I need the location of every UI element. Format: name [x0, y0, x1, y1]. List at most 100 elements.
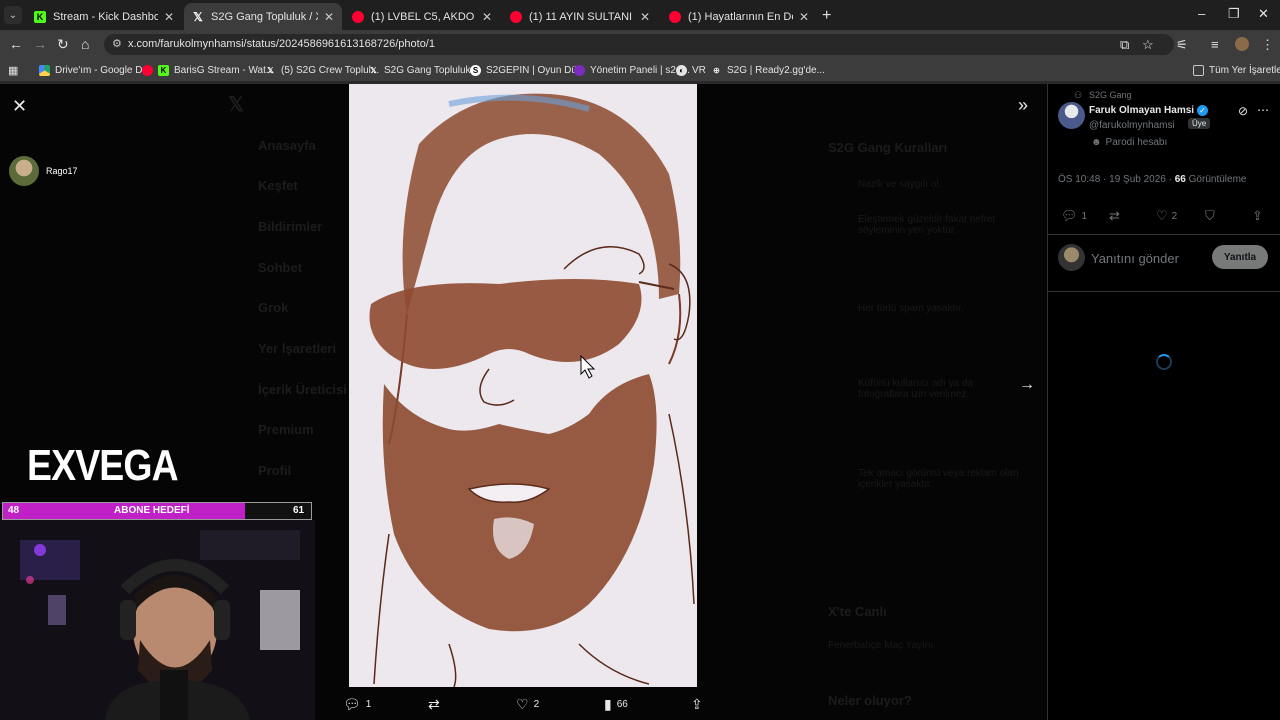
heart-icon: ♡ [1156, 208, 1168, 223]
tab-search-icon[interactable]: ⌄ [4, 6, 22, 24]
restore-icon[interactable]: ❐ [1228, 6, 1240, 22]
bookmark-yonetim[interactable]: Yönetim Paneli | s2g... [574, 63, 690, 77]
bookmark-star-icon[interactable]: ☆ [1142, 37, 1154, 53]
extensions-icon[interactable]: ⚟ [1176, 37, 1188, 53]
share-icon: ⇪ [691, 696, 703, 712]
tab-youtube-2[interactable]: (1) 11 AYIN SULTANI | Madara C ✕ [502, 3, 658, 30]
tab-kick-dashboard[interactable]: K Stream - Kick Dashboard ✕ [26, 3, 182, 30]
heart-icon: ♡ [516, 696, 529, 712]
like-action[interactable]: ♡ 2 [516, 696, 539, 713]
bookmark-ready2[interactable]: ⊕ S2G | Ready2.gg'de... [711, 63, 825, 77]
retweet-icon: ⇄ [428, 696, 440, 712]
tweet-photo[interactable] [349, 84, 697, 687]
retweet-action[interactable]: ⇄ [428, 696, 445, 713]
bg-rules-title: S2G Gang Kuralları [828, 140, 948, 155]
back-icon[interactable]: ← [9, 36, 23, 52]
x-icon: 𝕏 [267, 65, 274, 75]
close-tab-icon[interactable]: ✕ [164, 10, 174, 24]
bg-nav-item: Premium [258, 422, 314, 437]
bg-rule: Eleştirmek güzeldir fakat nefret söylemi… [858, 214, 996, 236]
bookmark-vr[interactable]: ◐ VR [676, 63, 706, 77]
reply-action[interactable]: 💬︎ 1 [343, 696, 371, 713]
menu-dots-icon[interactable]: ⋮ [1261, 37, 1274, 53]
tweet-like-action[interactable]: ♡ 2 [1156, 208, 1177, 224]
media-controls-icon[interactable]: ≡ [1211, 37, 1219, 52]
bg-rule: Küfürlü kullanıcı adı ya da fotoğraflara… [858, 378, 974, 400]
reply-icon: 💬︎ [1061, 208, 1078, 223]
streamer-webcam-image [0, 520, 315, 720]
bg-trend-item: Fenerbahçe Maç Yayını [828, 640, 934, 651]
more-options-icon[interactable]: ⋯ [1257, 103, 1269, 117]
tab-s2g-gang[interactable]: 𝕏 S2G Gang Topluluk / X ✕ [184, 3, 342, 30]
all-bookmarks[interactable]: Tüm Yer İşaretleri [1193, 63, 1280, 77]
author-name[interactable]: Faruk Olmayan Hamsi [1089, 105, 1194, 116]
url-text[interactable]: x.com/farukolmynhamsi/status/20245869616… [128, 38, 435, 50]
tab-title: (1) LVBEL C5, AKDO - BEN ÜNL [371, 10, 476, 23]
youtube-icon [510, 10, 522, 23]
stream-logo: EXVEGA [27, 441, 179, 490]
tweet-retweet-action[interactable]: ⇄ [1109, 208, 1124, 224]
next-photo-icon[interactable]: → [1019, 376, 1035, 394]
forward-icon[interactable]: → [33, 36, 47, 52]
bookmark-barisg[interactable]: K BarisG Stream - Wat... [142, 63, 274, 77]
member-badge: Üye [1188, 118, 1211, 129]
bg-nav-item: Anasayfa [258, 138, 316, 153]
bookmark-drive[interactable]: Drive'ım - Google D... [39, 63, 151, 77]
site-info-icon[interactable]: ⚙ [112, 37, 122, 50]
bg-nav-item: Yer İşaretleri [258, 341, 337, 356]
close-window-icon[interactable]: ✕ [1258, 6, 1269, 22]
minimize-icon[interactable]: – [1198, 6, 1205, 21]
bg-nav-item: Sohbet [258, 260, 303, 275]
panel-icon [574, 64, 585, 76]
install-app-icon[interactable]: ⧉ [1120, 37, 1129, 53]
tweet-share-action[interactable]: ⇪ [1252, 208, 1267, 224]
mask-icon: ☻ [1091, 137, 1102, 148]
verified-badge-icon: ✓ [1197, 105, 1208, 116]
tab-youtube-3[interactable]: (1) Hayatlarının En Dehşet Verici ✕ [661, 3, 817, 30]
viewer-avatar [9, 156, 39, 186]
views-action[interactable]: ▮ 66 [604, 696, 628, 713]
new-tab-icon[interactable]: + [822, 7, 831, 25]
bg-trend-title: X'te Canlı [828, 604, 887, 619]
reply-button[interactable]: Yanıtla [1212, 245, 1268, 269]
x-icon: 𝕏 [370, 65, 377, 75]
bg-rule: Her türlü spam yasaktır. [858, 303, 964, 314]
bg-nav-item: Grok [258, 300, 289, 315]
tab-title: Stream - Kick Dashboard [53, 10, 158, 23]
retweet-icon: ⇄ [1109, 208, 1120, 223]
tab-title: S2G Gang Topluluk / X [211, 10, 318, 23]
share-action[interactable]: ⇪ [691, 696, 708, 713]
close-tab-icon[interactable]: ✕ [799, 10, 809, 24]
home-icon[interactable]: ⌂ [81, 36, 89, 52]
webcam-feed [0, 520, 315, 720]
tweet-bookmark-action[interactable]: ⛉ [1205, 208, 1219, 224]
bookmark-s2gepin[interactable]: S S2GEPIN | Oyun Dü... [470, 63, 585, 77]
grok-icon[interactable]: ⊘ [1238, 104, 1248, 118]
community-icon: ⚇ [1074, 90, 1083, 100]
bg-rule: Nazik ve saygılı ol. [858, 179, 942, 190]
close-modal-icon[interactable]: ✕ [12, 96, 27, 117]
apps-grid-icon[interactable]: ▦ [8, 63, 18, 77]
reply-input[interactable]: Yanıtını gönder [1091, 251, 1179, 266]
author-avatar[interactable] [1058, 102, 1085, 129]
youtube-icon [669, 10, 681, 23]
tweet-reply-action[interactable]: 💬︎ 1 [1061, 208, 1087, 224]
profile-avatar[interactable] [1235, 37, 1249, 51]
divider [1047, 291, 1280, 292]
bookmark-s2g-gang[interactable]: 𝕏 S2G Gang Topluluk... [368, 63, 479, 77]
tab-youtube-1[interactable]: (1) LVBEL C5, AKDO - BEN ÜNL ✕ [344, 3, 500, 30]
bookmark-s2g-crew[interactable]: 𝕏 (5) S2G Crew Toplul... [265, 63, 379, 77]
collapse-panel-icon[interactable]: » [1018, 95, 1028, 116]
tab-title: (1) Hayatlarının En Dehşet Verici [688, 10, 793, 23]
author-handle[interactable]: @farukolmynhamsi [1089, 120, 1175, 131]
tab-title: (1) 11 AYIN SULTANI | Madara C [529, 10, 634, 23]
community-name[interactable]: S2G Gang [1089, 90, 1132, 100]
close-tab-icon[interactable]: ✕ [324, 10, 334, 24]
bg-rule: Tek amacı görüntü veya reklam olan içeri… [858, 468, 1019, 490]
divider [1047, 234, 1280, 235]
folder-icon [1193, 64, 1204, 76]
bg-nav-item: Keşfet [258, 178, 298, 193]
reload-icon[interactable]: ↻ [57, 36, 69, 53]
close-tab-icon[interactable]: ✕ [640, 10, 650, 24]
close-tab-icon[interactable]: ✕ [482, 10, 492, 24]
